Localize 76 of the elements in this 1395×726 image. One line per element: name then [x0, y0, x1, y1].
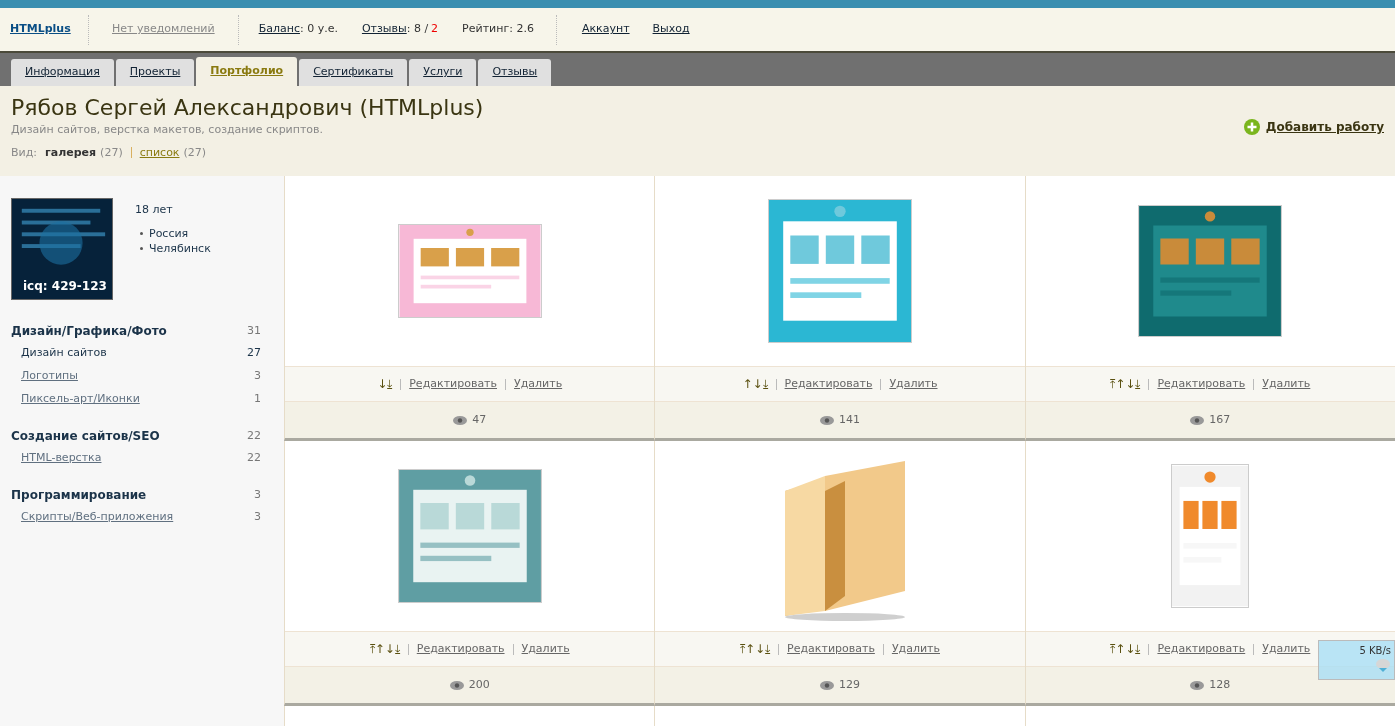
view-count-text: 141	[839, 411, 860, 428]
profile-name: Рябов Сергей Александрович (HTMLplus)	[11, 94, 484, 122]
subcategory-link[interactable]: Дизайн сайтов	[21, 345, 107, 362]
add-work-link[interactable]: Добавить работу	[1265, 118, 1384, 136]
category-count: 31	[247, 322, 262, 339]
category-title: Дизайн/Графика/Фото	[11, 323, 167, 340]
logout-link[interactable]: Выход	[629, 21, 690, 38]
view-count: (27)	[100, 144, 123, 161]
sort-arrows[interactable]: ↓⤓	[377, 375, 393, 393]
eye-icon	[820, 680, 834, 690]
subcategory-link[interactable]: Логотипы	[21, 368, 78, 385]
delete-link[interactable]: Удалить	[891, 640, 940, 658]
delete-link[interactable]: Удалить	[889, 375, 938, 393]
view-count-text: 129	[839, 676, 860, 693]
tab[interactable]: Информация	[11, 59, 114, 86]
view-label: Вид:	[11, 144, 37, 161]
view-option[interactable]: список	[139, 144, 180, 161]
account-link[interactable]: Аккаунт	[556, 21, 630, 38]
sort-arrows[interactable]: ⤒↑↓⤓	[740, 640, 771, 658]
delete-link[interactable]: Удалить	[514, 375, 563, 393]
sort-arrows[interactable]: ⤒↑↓⤓	[1110, 640, 1141, 658]
eye-icon	[1190, 415, 1205, 425]
tab[interactable]: Сертификаты	[299, 59, 408, 86]
tab[interactable]: Проекты	[115, 59, 195, 86]
view-count-text: 200	[468, 676, 490, 693]
eye-icon	[449, 680, 464, 690]
speed-reading: 5 KB/s	[1359, 644, 1391, 658]
location-text: Россия	[149, 225, 189, 241]
reviews-negative: 2	[431, 21, 439, 38]
view-count: (27)	[183, 144, 207, 161]
subcategory-count: 1	[254, 391, 262, 408]
eye-icon	[820, 415, 834, 425]
view-option[interactable]: галерея	[45, 144, 97, 161]
eye-icon	[1190, 680, 1205, 690]
subcategory-link[interactable]: HTML-верстка	[21, 450, 102, 467]
tab[interactable]: Портфолио	[196, 57, 298, 86]
subcategory-link[interactable]: Скрипты/Веб-приложения	[21, 509, 174, 526]
delete-link[interactable]: Удалить	[1262, 375, 1311, 393]
balance-link[interactable]: Баланс	[258, 21, 300, 38]
balance-value: : 0 у.е.	[299, 21, 338, 38]
view-count-text: 47	[472, 411, 487, 428]
edit-link[interactable]: Редактировать	[409, 375, 497, 393]
rating-text: Рейтинг: 2.6	[461, 21, 535, 38]
subcategory-link[interactable]: Пиксель-арт/Иконки	[21, 391, 140, 408]
reviews-positive: : 8 /	[406, 21, 429, 38]
edit-link[interactable]: Редактировать	[1157, 375, 1246, 393]
edit-link[interactable]: Редактировать	[787, 640, 875, 658]
subcategory-count: 3	[254, 509, 262, 526]
view-count-text: 167	[1209, 411, 1231, 428]
subcategory-count: 3	[254, 368, 262, 385]
tab[interactable]: Услуги	[409, 59, 477, 86]
category-count: 22	[247, 427, 262, 444]
specialization-text: Дизайн сайтов, верстка макетов, создание скриптов.	[11, 122, 325, 138]
location-text: Челябинск	[149, 240, 211, 256]
edit-link[interactable]: Редактировать	[1157, 640, 1246, 658]
avatar-caption: icq: 429-123	[23, 278, 108, 294]
tab[interactable]: Отзывы	[478, 59, 552, 86]
subcategory-count: 22	[247, 450, 262, 467]
edit-link[interactable]: Редактировать	[784, 375, 873, 393]
view-count-text: 128	[1209, 676, 1231, 693]
category-title: Программирование	[11, 487, 147, 504]
cloud-icon	[1375, 658, 1391, 672]
category-title: Создание сайтов/SEO	[11, 428, 160, 445]
subcategory-count: 27	[247, 345, 262, 362]
reviews-link[interactable]: Отзывы	[361, 21, 407, 38]
site-logo-link[interactable]: HTMLplus	[10, 21, 88, 38]
delete-link[interactable]: Удалить	[521, 640, 570, 658]
sort-arrows[interactable]: ↑↓⤓	[742, 375, 768, 393]
add-icon	[1243, 119, 1260, 135]
eye-icon	[453, 415, 468, 425]
age-text: 18 лет	[135, 202, 174, 218]
sort-arrows[interactable]: ⤒↑↓⤓	[369, 640, 400, 658]
sort-arrows[interactable]: ⤒↑↓⤓	[1110, 375, 1141, 393]
edit-link[interactable]: Редактировать	[416, 640, 505, 658]
delete-link[interactable]: Удалить	[1262, 640, 1311, 658]
category-count: 3	[254, 486, 262, 503]
